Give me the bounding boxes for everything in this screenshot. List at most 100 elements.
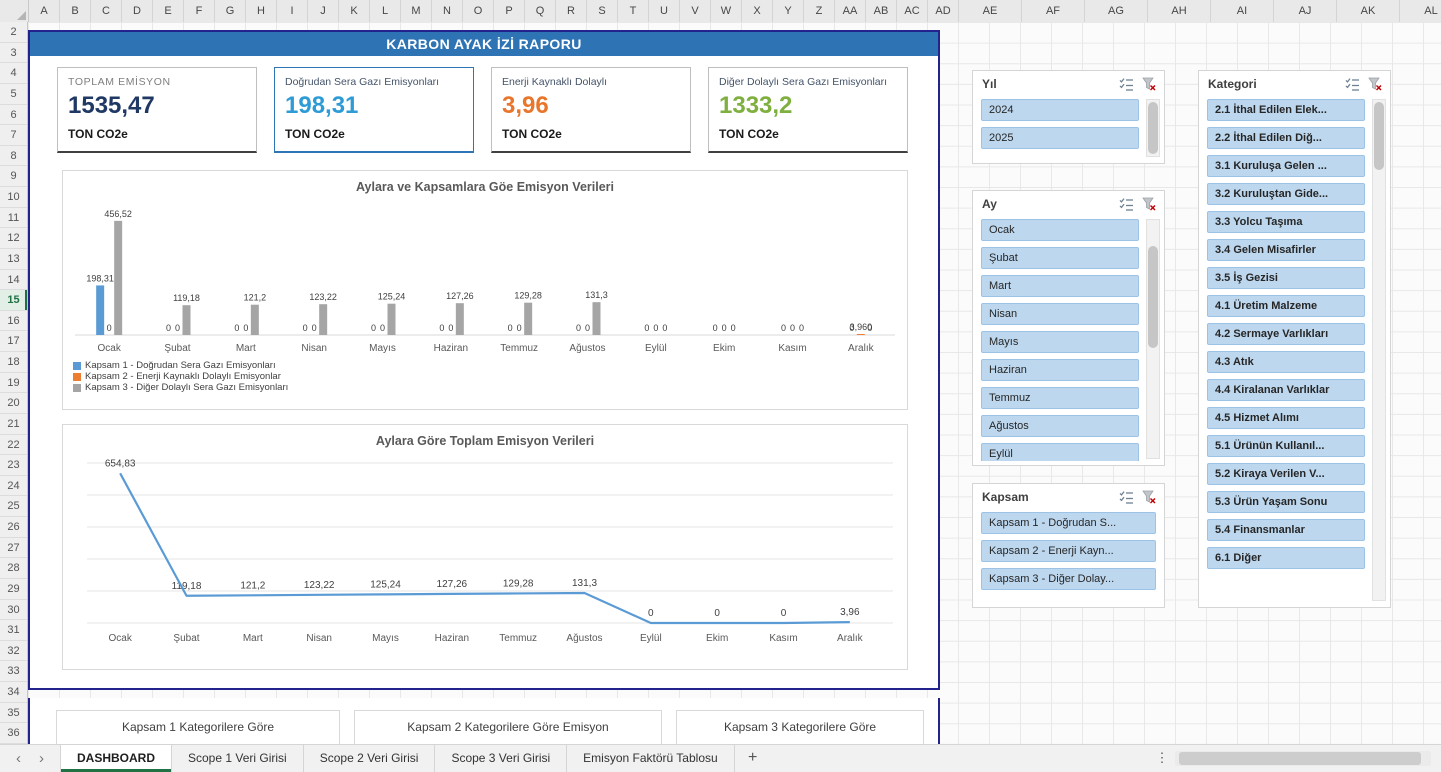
slicer-item[interactable]: 6.1 Diğer bbox=[1207, 547, 1365, 569]
column-header[interactable]: AI bbox=[1211, 0, 1274, 22]
column-header[interactable]: G bbox=[215, 0, 246, 22]
slicer-item[interactable]: 5.1 Ürünün Kullanıl... bbox=[1207, 435, 1365, 457]
multiselect-icon[interactable] bbox=[1117, 75, 1135, 93]
row-header[interactable]: 25 bbox=[0, 496, 27, 517]
row-header[interactable]: 33 bbox=[0, 661, 27, 682]
column-header[interactable]: AH bbox=[1148, 0, 1211, 22]
column-header[interactable]: D bbox=[122, 0, 153, 22]
row-header[interactable]: 36 bbox=[0, 723, 27, 744]
row-header[interactable]: 29 bbox=[0, 579, 27, 600]
row-header[interactable]: 26 bbox=[0, 517, 27, 538]
select-all-corner[interactable] bbox=[0, 0, 29, 22]
multiselect-icon[interactable] bbox=[1343, 75, 1361, 93]
slicer-item[interactable]: Kapsam 2 - Enerji Kayn... bbox=[981, 540, 1156, 562]
column-header[interactable]: L bbox=[370, 0, 401, 22]
row-header[interactable]: 11 bbox=[0, 208, 27, 229]
row-header[interactable]: 13 bbox=[0, 249, 27, 270]
add-sheet-button[interactable]: + bbox=[735, 745, 771, 772]
clear-filter-icon[interactable] bbox=[1140, 488, 1158, 506]
column-header[interactable]: I bbox=[277, 0, 308, 22]
column-header[interactable]: F bbox=[184, 0, 215, 22]
column-header[interactable]: B bbox=[60, 0, 91, 22]
row-header[interactable]: 22 bbox=[0, 435, 27, 456]
slicer-item[interactable]: Mart bbox=[981, 275, 1139, 297]
scrollbar-thumb[interactable] bbox=[1148, 246, 1158, 348]
row-header[interactable]: 30 bbox=[0, 600, 27, 621]
row-header[interactable]: 8 bbox=[0, 146, 27, 167]
column-header[interactable]: U bbox=[649, 0, 680, 22]
slicer-item[interactable]: 3.4 Gelen Misafirler bbox=[1207, 239, 1365, 261]
row-header[interactable]: 4 bbox=[0, 63, 27, 84]
slicer-item[interactable]: 5.4 Finansmanlar bbox=[1207, 519, 1365, 541]
sheet-tab-scope-3-veri-girisi[interactable]: Scope 3 Veri Girisi bbox=[435, 745, 567, 772]
column-header[interactable]: AG bbox=[1085, 0, 1148, 22]
slicer-item[interactable]: 4.2 Sermaye Varlıkları bbox=[1207, 323, 1365, 345]
column-header[interactable]: J bbox=[308, 0, 339, 22]
row-header[interactable]: 16 bbox=[0, 311, 27, 332]
slicer-item[interactable]: Şubat bbox=[981, 247, 1139, 269]
column-header[interactable]: Z bbox=[804, 0, 835, 22]
slicer-item[interactable]: 5.3 Ürün Yaşam Sonu bbox=[1207, 491, 1365, 513]
row-header[interactable]: 32 bbox=[0, 641, 27, 662]
column-header[interactable]: T bbox=[618, 0, 649, 22]
sheet-area[interactable]: 2345678910111213141516171819202122232425… bbox=[0, 22, 1441, 744]
column-header[interactable]: AE bbox=[959, 0, 1022, 22]
column-header[interactable]: X bbox=[742, 0, 773, 22]
scrollbar-thumb[interactable] bbox=[1148, 102, 1158, 154]
multiselect-icon[interactable] bbox=[1117, 195, 1135, 213]
multiselect-icon[interactable] bbox=[1117, 488, 1135, 506]
kpi-card[interactable]: TOPLAM EMİSYON1535,47TON CO2e bbox=[57, 67, 257, 153]
column-header[interactable]: K bbox=[339, 0, 370, 22]
scrollbar-thumb[interactable] bbox=[1179, 752, 1421, 765]
row-header[interactable]: 10 bbox=[0, 187, 27, 208]
column-header[interactable]: AJ bbox=[1274, 0, 1337, 22]
slicer-item[interactable]: 2024 bbox=[981, 99, 1139, 121]
column-header[interactable]: P bbox=[494, 0, 525, 22]
slicer-item[interactable]: 3.2 Kuruluştan Gide... bbox=[1207, 183, 1365, 205]
slicer-item[interactable]: Eylül bbox=[981, 443, 1139, 461]
column-header[interactable]: M bbox=[401, 0, 432, 22]
column-header[interactable]: AC bbox=[897, 0, 928, 22]
sheet-tab-scope-1-veri-girisi[interactable]: Scope 1 Veri Girisi bbox=[172, 745, 304, 772]
slicer-item[interactable]: Kapsam 1 - Doğrudan S... bbox=[981, 512, 1156, 534]
row-header[interactable]: 6 bbox=[0, 105, 27, 126]
slicer-item[interactable]: 3.5 İş Gezisi bbox=[1207, 267, 1365, 289]
column-header[interactable]: S bbox=[587, 0, 618, 22]
slicer-item[interactable]: 4.5 Hizmet Alımı bbox=[1207, 407, 1365, 429]
column-header[interactable]: AD bbox=[928, 0, 959, 22]
column-header[interactable]: E bbox=[153, 0, 184, 22]
column-header[interactable]: V bbox=[680, 0, 711, 22]
bar-chart[interactable]: Aylara ve Kapsamlara Göe Emisyon Veriler… bbox=[62, 170, 908, 410]
clear-filter-icon[interactable] bbox=[1366, 75, 1384, 93]
slicer-scrollbar[interactable] bbox=[1146, 219, 1160, 459]
row-header[interactable]: 3 bbox=[0, 43, 27, 64]
column-header[interactable]: AF bbox=[1022, 0, 1085, 22]
column-header[interactable]: C bbox=[91, 0, 122, 22]
slicer-item[interactable]: 2.1 İthal Edilen Elek... bbox=[1207, 99, 1365, 121]
row-header[interactable]: 9 bbox=[0, 166, 27, 187]
line-chart[interactable]: Aylara Göre Toplam Emisyon Verileri Ocak… bbox=[62, 424, 908, 670]
slicer-item[interactable]: Mayıs bbox=[981, 331, 1139, 353]
slicer-scrollbar[interactable] bbox=[1372, 99, 1386, 601]
row-header[interactable]: 7 bbox=[0, 125, 27, 146]
column-header[interactable]: O bbox=[463, 0, 494, 22]
clear-filter-icon[interactable] bbox=[1140, 195, 1158, 213]
row-header[interactable]: 31 bbox=[0, 620, 27, 641]
slicer-item[interactable]: Ağustos bbox=[981, 415, 1139, 437]
sheet-tab-dashboard[interactable]: DASHBOARD bbox=[60, 745, 172, 772]
slicer-item[interactable]: 4.3 Atık bbox=[1207, 351, 1365, 373]
slicer-item[interactable]: 4.1 Üretim Malzeme bbox=[1207, 295, 1365, 317]
column-header[interactable]: W bbox=[711, 0, 742, 22]
row-header[interactable]: 20 bbox=[0, 393, 27, 414]
tab-nav-left-icon[interactable]: ‹ bbox=[16, 750, 21, 767]
scrollbar-thumb[interactable] bbox=[1374, 102, 1384, 170]
row-header[interactable]: 14 bbox=[0, 270, 27, 291]
kpi-card[interactable]: Doğrudan Sera Gazı Emisyonları198,31TON … bbox=[274, 67, 474, 153]
kpi-card[interactable]: Enerji Kaynaklı Dolaylı3,96TON CO2e bbox=[491, 67, 691, 153]
row-header[interactable]: 35 bbox=[0, 703, 27, 724]
column-header[interactable]: AB bbox=[866, 0, 897, 22]
row-header[interactable]: 17 bbox=[0, 331, 27, 352]
row-header[interactable]: 28 bbox=[0, 558, 27, 579]
slicer-item[interactable]: Nisan bbox=[981, 303, 1139, 325]
column-header[interactable]: AK bbox=[1337, 0, 1400, 22]
